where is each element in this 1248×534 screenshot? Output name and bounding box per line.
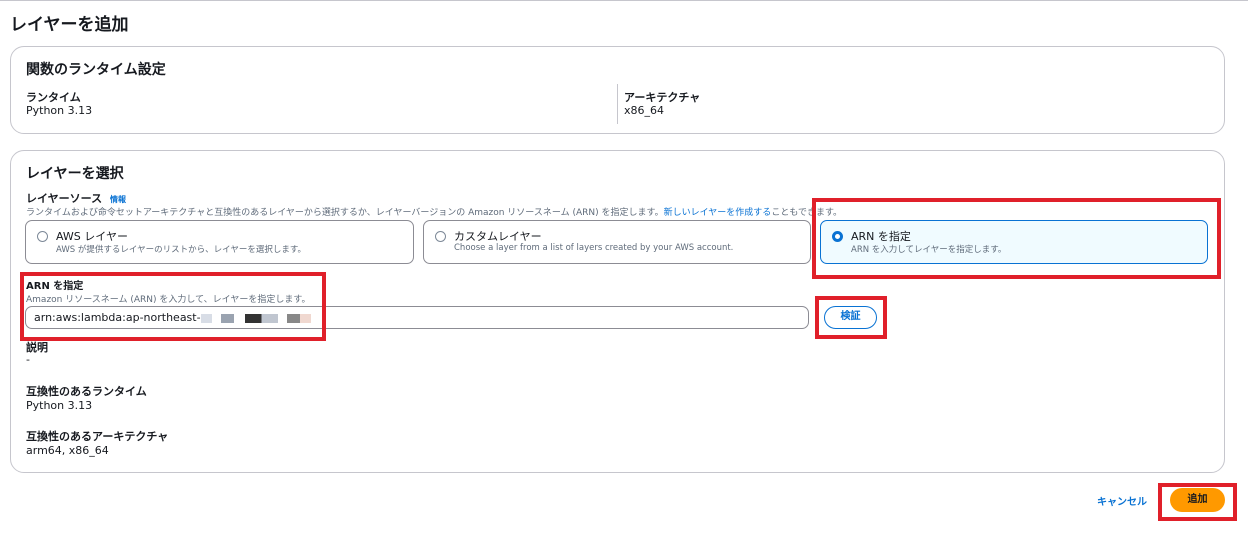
page-title: レイヤーを追加 [10, 15, 129, 35]
option-desc: Choose a layer from a list of layers cre… [454, 243, 734, 253]
column-divider [617, 84, 618, 124]
highlight-box-add [1158, 483, 1237, 521]
runtime-label: ランタイム [26, 91, 81, 104]
radio-icon[interactable] [435, 231, 446, 242]
architecture-value: x86_64 [624, 104, 665, 117]
highlight-box-arn-option [812, 198, 1221, 279]
option-desc: AWS が提供するレイヤーのリストから、レイヤーを選択します。 [56, 245, 306, 255]
info-link[interactable]: 情報 [110, 195, 126, 204]
layer-source-description: ランタイムおよび命令セットアーキテクチャと互換性のあるレイヤーから選択するか、レ… [26, 205, 842, 218]
desc-text: ランタイムおよび命令セットアーキテクチャと互換性のあるレイヤーから選択するか、レ… [26, 208, 664, 218]
runtime-value: Python 3.13 [26, 104, 93, 117]
compat-arch-label: 互換性のあるアーキテクチャ [26, 430, 169, 443]
runtime-settings-heading: 関数のランタイム設定 [26, 62, 166, 78]
highlight-box-verify [815, 296, 887, 339]
cancel-button[interactable]: キャンセル [1097, 493, 1147, 508]
layer-source-text: レイヤーソース [26, 192, 103, 205]
option-custom-layer[interactable]: カスタムレイヤー Choose a layer from a list of l… [423, 220, 811, 264]
compat-runtime-value: Python 3.13 [26, 399, 93, 412]
option-title: AWS レイヤー [56, 230, 128, 243]
architecture-label: アーキテクチャ [624, 91, 701, 104]
top-divider [0, 0, 1248, 1]
compat-runtime-label: 互換性のあるランタイム [26, 385, 147, 398]
radio-icon[interactable] [37, 231, 48, 242]
create-layer-link[interactable]: 新しいレイヤーを作成する [664, 208, 772, 218]
option-title: カスタムレイヤー [454, 230, 542, 243]
select-layer-heading: レイヤーを選択 [26, 166, 124, 182]
compat-arch-value: arm64, x86_64 [26, 444, 109, 457]
highlight-box-arn-input [20, 272, 326, 341]
layer-source-label: レイヤーソース 情報 [26, 190, 126, 206]
description-value: - [26, 353, 30, 366]
option-aws-layer[interactable]: AWS レイヤー AWS が提供するレイヤーのリストから、レイヤーを選択します。 [25, 220, 414, 264]
